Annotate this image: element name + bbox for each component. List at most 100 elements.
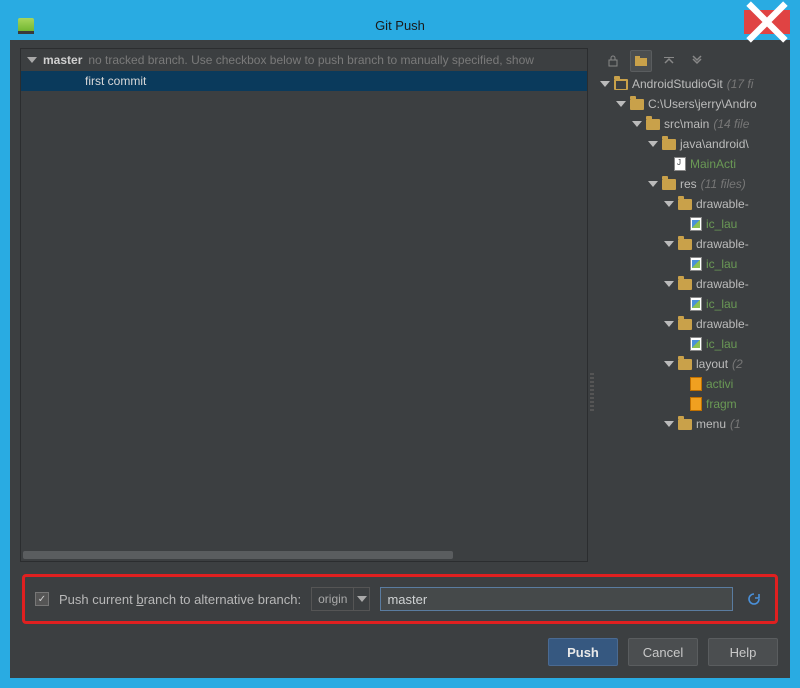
remote-select[interactable]: origin bbox=[311, 587, 370, 611]
files-pane: AndroidStudioGit (17 fi C:\Users\jerry\A… bbox=[596, 48, 780, 562]
tree-count: (1 bbox=[730, 417, 741, 431]
tree-row[interactable]: ic_lau bbox=[596, 334, 780, 354]
tree-label: ic_lau bbox=[706, 337, 737, 351]
tree-label: ic_lau bbox=[706, 257, 737, 271]
tree-row[interactable]: ic_lau bbox=[596, 294, 780, 314]
scrollbar-thumb[interactable] bbox=[23, 551, 453, 559]
tree-row[interactable]: drawable- bbox=[596, 234, 780, 254]
chevron-down-icon[interactable] bbox=[600, 81, 610, 87]
tree-row[interactable]: ic_lau bbox=[596, 214, 780, 234]
collapse-all-icon[interactable] bbox=[686, 50, 708, 72]
commits-pane[interactable]: master no tracked branch. Use checkbox b… bbox=[20, 48, 588, 562]
tree-label: layout bbox=[696, 357, 728, 371]
image-file-icon bbox=[690, 337, 702, 351]
tree-label: java\android\ bbox=[680, 137, 749, 151]
chevron-down-icon[interactable] bbox=[664, 281, 674, 287]
horizontal-scrollbar[interactable] bbox=[21, 549, 587, 561]
tree-label: menu bbox=[696, 417, 726, 431]
commit-row[interactable]: first commit bbox=[21, 71, 587, 91]
folder-icon bbox=[678, 279, 692, 290]
close-button[interactable] bbox=[744, 10, 790, 34]
split-handle[interactable] bbox=[588, 40, 596, 566]
chevron-down-icon[interactable] bbox=[648, 141, 658, 147]
tree-row[interactable]: layout (2 bbox=[596, 354, 780, 374]
folder-icon bbox=[630, 99, 644, 110]
tree-count: (2 bbox=[732, 357, 743, 371]
tree-row[interactable]: C:\Users\jerry\Andro bbox=[596, 94, 780, 114]
branch-hint: no tracked branch. Use checkbox below to… bbox=[88, 53, 534, 67]
tree-row[interactable]: fragm bbox=[596, 394, 780, 414]
tree-row[interactable]: drawable- bbox=[596, 274, 780, 294]
folder-icon bbox=[662, 139, 676, 150]
chevron-down-icon[interactable] bbox=[664, 241, 674, 247]
window-title: Git Push bbox=[10, 18, 790, 33]
tree-count: (17 fi bbox=[727, 77, 754, 91]
files-toolbar bbox=[596, 48, 780, 74]
tree-row[interactable]: menu (1 bbox=[596, 414, 780, 434]
tree-row[interactable]: drawable- bbox=[596, 194, 780, 214]
tree-label: src\main bbox=[664, 117, 709, 131]
tree-label: fragm bbox=[706, 397, 737, 411]
group-by-dir-icon[interactable] bbox=[630, 50, 652, 72]
tree-label: activi bbox=[706, 377, 733, 391]
xml-file-icon bbox=[690, 397, 702, 411]
push-alt-label: Push current branch to alternative branc… bbox=[59, 592, 301, 607]
titlebar[interactable]: Git Push bbox=[10, 10, 790, 40]
dialog-buttons: Push Cancel Help bbox=[22, 638, 778, 666]
tree-label: drawable- bbox=[696, 237, 749, 251]
folder-icon bbox=[678, 419, 692, 430]
tree-row[interactable]: res (11 files) bbox=[596, 174, 780, 194]
branch-row[interactable]: master no tracked branch. Use checkbox b… bbox=[21, 49, 587, 71]
image-file-icon bbox=[690, 257, 702, 271]
xml-file-icon bbox=[690, 377, 702, 391]
tree-label: ic_lau bbox=[706, 217, 737, 231]
tree-label: drawable- bbox=[696, 277, 749, 291]
tree-label: ic_lau bbox=[706, 297, 737, 311]
tree-row[interactable]: drawable- bbox=[596, 314, 780, 334]
tree-root[interactable]: AndroidStudioGit (17 fi bbox=[596, 74, 780, 94]
tree-row[interactable]: MainActi bbox=[596, 154, 780, 174]
chevron-down-icon[interactable] bbox=[616, 101, 626, 107]
java-file-icon bbox=[674, 157, 686, 171]
folder-icon bbox=[678, 199, 692, 210]
chevron-down-icon[interactable] bbox=[632, 121, 642, 127]
chevron-down-icon[interactable] bbox=[664, 361, 674, 367]
chevron-down-icon[interactable] bbox=[664, 421, 674, 427]
tree-row[interactable]: java\android\ bbox=[596, 134, 780, 154]
folder-icon bbox=[678, 319, 692, 330]
refresh-button[interactable] bbox=[743, 588, 765, 610]
help-button[interactable]: Help bbox=[708, 638, 778, 666]
chevron-down-icon[interactable] bbox=[353, 588, 369, 610]
image-file-icon bbox=[690, 217, 702, 231]
tree-count: (11 files) bbox=[701, 177, 746, 191]
tree-label: res bbox=[680, 177, 697, 191]
tree-row[interactable]: ic_lau bbox=[596, 254, 780, 274]
folder-icon bbox=[662, 179, 676, 190]
tree-count: (14 file bbox=[713, 117, 749, 131]
expand-icon[interactable] bbox=[27, 57, 37, 63]
tree-label: C:\Users\jerry\Andro bbox=[648, 97, 757, 111]
chevron-down-icon[interactable] bbox=[664, 321, 674, 327]
lock-icon[interactable] bbox=[602, 50, 624, 72]
tree-label: drawable- bbox=[696, 197, 749, 211]
tree-row[interactable]: src\main (14 file bbox=[596, 114, 780, 134]
remote-value: origin bbox=[312, 592, 353, 606]
git-push-dialog: Git Push master no tracked branch. Use c… bbox=[10, 10, 790, 678]
tree-label: AndroidStudioGit bbox=[632, 77, 723, 91]
push-alt-checkbox[interactable]: ✓ bbox=[35, 592, 49, 606]
chevron-down-icon[interactable] bbox=[664, 201, 674, 207]
folder-icon bbox=[614, 79, 628, 90]
tree-row[interactable]: activi bbox=[596, 374, 780, 394]
commit-message: first commit bbox=[85, 74, 146, 88]
push-button[interactable]: Push bbox=[548, 638, 618, 666]
cancel-button[interactable]: Cancel bbox=[628, 638, 698, 666]
bottom-area: ✓ Push current branch to alternative bra… bbox=[10, 566, 790, 678]
push-alternative-row: ✓ Push current branch to alternative bra… bbox=[22, 574, 778, 624]
folder-icon bbox=[678, 359, 692, 370]
folder-icon bbox=[646, 119, 660, 130]
alt-branch-input[interactable] bbox=[380, 587, 733, 611]
tree-label: MainActi bbox=[690, 157, 736, 171]
expand-all-icon[interactable] bbox=[658, 50, 680, 72]
chevron-down-icon[interactable] bbox=[648, 181, 658, 187]
file-tree[interactable]: AndroidStudioGit (17 fi C:\Users\jerry\A… bbox=[596, 74, 780, 562]
